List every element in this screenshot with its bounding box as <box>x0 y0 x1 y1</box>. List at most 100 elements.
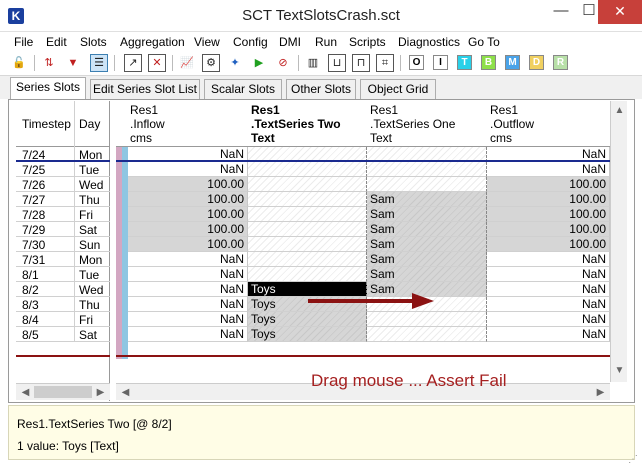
textseries-two-cell[interactable] <box>248 192 367 207</box>
textseries-one-cell[interactable]: Sam <box>367 222 487 237</box>
textseries-two-cell[interactable] <box>248 267 367 282</box>
menu-scripts[interactable]: Scripts <box>349 35 386 49</box>
inflow-cell[interactable]: 100.00 <box>128 222 248 237</box>
tab-edit-series-slot-list[interactable]: Edit Series Slot List <box>90 79 200 99</box>
tab-scalar-slots[interactable]: Scalar Slots <box>204 79 282 99</box>
fit-icon[interactable]: ⌗ <box>376 54 394 72</box>
values-vertical-scrollbar[interactable]: ▲ ▼ <box>610 101 627 382</box>
plot-icon[interactable]: 📈 <box>178 54 196 72</box>
inflow-cell[interactable]: 100.00 <box>128 192 248 207</box>
column-header-textseries-one[interactable]: Res1 .TextSeries One Text <box>370 103 455 145</box>
scroll-right-arrow-icon[interactable]: ▶ <box>593 385 608 400</box>
textseries-two-cell[interactable] <box>248 207 367 222</box>
textseries-one-cell[interactable] <box>367 177 487 192</box>
menu-diagnostics[interactable]: Diagnostics <box>398 35 460 49</box>
inflow-cell[interactable]: 100.00 <box>128 207 248 222</box>
scroll-up-arrow-icon[interactable]: ▲ <box>612 103 627 118</box>
textseries-one-cell[interactable] <box>367 312 487 327</box>
list-view-icon[interactable]: ☰ <box>90 54 108 72</box>
outflow-cell[interactable]: 100.00 <box>487 237 610 252</box>
filter-o-button[interactable]: O <box>409 55 424 70</box>
lock-icon[interactable]: 🔓 <box>10 54 28 72</box>
outflow-cell[interactable]: NaN <box>487 327 610 342</box>
timestep-horizontal-scrollbar[interactable]: ◀ ▶ <box>16 383 110 400</box>
textseries-one-cell[interactable]: Sam <box>367 252 487 267</box>
timestep-row[interactable]: 7/28 Fri <box>16 207 110 222</box>
minimize-button[interactable]: — <box>546 0 576 24</box>
filter-i-button[interactable]: I <box>433 55 448 70</box>
scroll-thumb[interactable] <box>34 386 92 398</box>
textseries-two-cell[interactable] <box>248 222 367 237</box>
align-bottom-icon[interactable]: ⊔ <box>328 54 346 72</box>
outflow-cell[interactable]: NaN <box>487 297 610 312</box>
diagram-icon[interactable]: ⚙ <box>202 54 220 72</box>
textseries-two-cell[interactable] <box>248 162 367 177</box>
column-bars-icon[interactable]: ▥ <box>304 54 322 72</box>
inflow-cell[interactable]: 100.00 <box>128 237 248 252</box>
outflow-cell[interactable]: 100.00 <box>487 177 610 192</box>
outflow-cell[interactable]: NaN <box>487 267 610 282</box>
scroll-left-arrow-icon[interactable]: ◀ <box>118 385 133 400</box>
timestep-row[interactable]: 7/29 Sat <box>16 222 110 237</box>
timestep-row[interactable]: 7/31 Mon <box>16 252 110 267</box>
timestep-row[interactable]: 7/27 Thu <box>16 192 110 207</box>
scroll-right-arrow-icon[interactable]: ▶ <box>93 385 108 400</box>
run-step-icon[interactable]: ✦ <box>226 54 244 72</box>
align-top-icon[interactable]: ⊓ <box>352 54 370 72</box>
filter-m-button[interactable]: M <box>505 55 520 70</box>
inflow-cell[interactable]: NaN <box>128 312 248 327</box>
sort-icon[interactable]: ⇅ <box>40 54 58 72</box>
inflow-cell[interactable]: NaN <box>128 252 248 267</box>
filter-r-button[interactable]: R <box>553 55 568 70</box>
textseries-one-cell[interactable]: Sam <box>367 267 487 282</box>
open-slot-icon[interactable]: ↗ <box>124 54 142 72</box>
menu-config[interactable]: Config <box>233 35 268 49</box>
textseries-two-cell[interactable] <box>248 237 367 252</box>
scroll-down-arrow-icon[interactable]: ▼ <box>612 363 627 378</box>
outflow-cell[interactable]: 100.00 <box>487 192 610 207</box>
tab-other-slots[interactable]: Other Slots <box>286 79 356 99</box>
column-header-outflow[interactable]: Res1 .Outflow cms <box>490 103 534 145</box>
menu-goto[interactable]: Go To <box>468 35 500 49</box>
filter-icon[interactable]: ▼ <box>64 54 82 72</box>
outflow-cell[interactable]: 100.00 <box>487 207 610 222</box>
inflow-cell[interactable]: NaN <box>128 162 248 177</box>
close-button[interactable]: ✕ <box>598 0 642 24</box>
tab-series-slots[interactable]: Series Slots <box>10 77 86 100</box>
textseries-two-cell[interactable] <box>248 177 367 192</box>
outflow-cell[interactable]: NaN <box>487 252 610 267</box>
column-header-textseries-two[interactable]: Res1 .TextSeries Two Text <box>251 103 341 145</box>
menu-run[interactable]: Run <box>315 35 337 49</box>
textseries-one-cell[interactable]: Sam <box>367 192 487 207</box>
outflow-cell[interactable]: NaN <box>487 162 610 177</box>
timestep-row[interactable]: 8/2 Wed <box>16 282 110 297</box>
close-slot-icon[interactable]: ✕ <box>148 54 166 72</box>
play-icon[interactable]: ▶ <box>250 54 268 72</box>
textseries-two-cell[interactable] <box>248 252 367 267</box>
textseries-two-cell[interactable]: Toys <box>248 312 367 327</box>
outflow-cell[interactable]: NaN <box>487 312 610 327</box>
menu-edit[interactable]: Edit <box>46 35 67 49</box>
stop-icon[interactable]: ⊘ <box>274 54 292 72</box>
textseries-one-cell[interactable]: Sam <box>367 207 487 222</box>
column-header-inflow[interactable]: Res1 .Inflow cms <box>130 103 165 145</box>
textseries-one-cell[interactable] <box>367 162 487 177</box>
outflow-cell[interactable]: NaN <box>487 282 610 297</box>
menu-aggregation[interactable]: Aggregation <box>120 35 185 49</box>
filter-t-button[interactable]: T <box>457 55 472 70</box>
tab-object-grid[interactable]: Object Grid <box>360 79 436 99</box>
timestep-row[interactable]: 8/4 Fri <box>16 312 110 327</box>
timestep-row[interactable]: 8/5 Sat <box>16 327 110 342</box>
menu-dmi[interactable]: DMI <box>279 35 301 49</box>
timestep-row[interactable]: 7/30 Sun <box>16 237 110 252</box>
timestep-row[interactable]: 8/1 Tue <box>16 267 110 282</box>
textseries-one-cell[interactable] <box>367 327 487 342</box>
timestep-row[interactable]: 8/3 Thu <box>16 297 110 312</box>
timestep-row[interactable]: 7/26 Wed <box>16 177 110 192</box>
filter-d-button[interactable]: D <box>529 55 544 70</box>
menu-view[interactable]: View <box>194 35 220 49</box>
inflow-cell[interactable]: NaN <box>128 282 248 297</box>
textseries-two-cell[interactable]: Toys <box>248 327 367 342</box>
menu-slots[interactable]: Slots <box>80 35 107 49</box>
textseries-one-cell[interactable]: Sam <box>367 237 487 252</box>
